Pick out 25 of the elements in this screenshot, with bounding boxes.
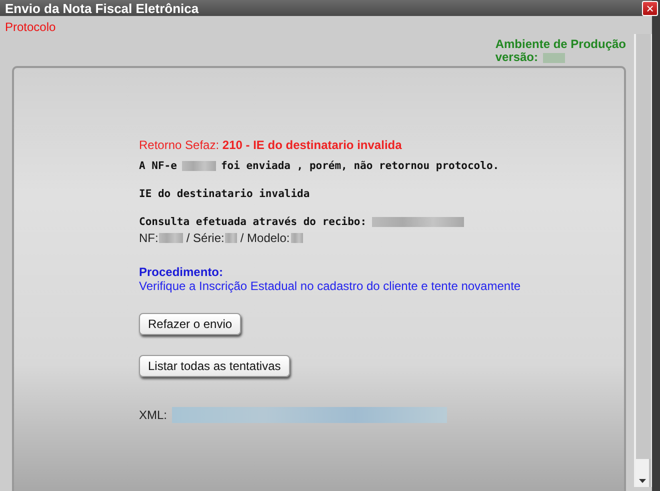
redacted-block xyxy=(159,233,184,243)
xml-label: XML: xyxy=(139,408,168,422)
close-button[interactable]: × xyxy=(642,0,658,16)
version-label: versão: xyxy=(495,51,538,64)
sefaz-return: Retorno Sefaz: 210 - IE do destinatario invalida xyxy=(139,138,403,152)
procedure-text: Verifique a Inscrição Estadual no cadastro do cliente e tente novamente xyxy=(139,279,522,293)
redacted-block xyxy=(290,233,303,243)
environment-label: Ambiente de Produção xyxy=(495,38,626,51)
list-attempts-button[interactable]: Listar todas as tentativas xyxy=(139,355,290,377)
resend-button[interactable]: Refazer o envio xyxy=(139,313,242,335)
redacted-block xyxy=(543,52,566,62)
protocol-label: Protocolo xyxy=(5,20,57,34)
procedure-title: Procedimento: xyxy=(139,265,224,279)
redacted-block xyxy=(225,233,238,243)
scrollbar[interactable] xyxy=(634,34,652,487)
window-title: Envio da Nota Fiscal Eletrônica xyxy=(5,0,199,16)
invoice-field-label: / Modelo: xyxy=(240,231,290,245)
message-text: A NF-e xyxy=(139,160,177,172)
invoice-field-label: / Série: xyxy=(186,231,224,245)
invoice-field-label: NF: xyxy=(139,231,158,245)
redacted-block xyxy=(182,161,216,171)
error-detail: IE do destinatario invalida xyxy=(139,188,310,200)
scroll-down-icon[interactable] xyxy=(636,459,649,487)
message-text: foi enviada , porém, não retornou protocolo. xyxy=(220,160,500,172)
receipt-label: Consulta efetuada através do recibo: xyxy=(139,216,367,228)
